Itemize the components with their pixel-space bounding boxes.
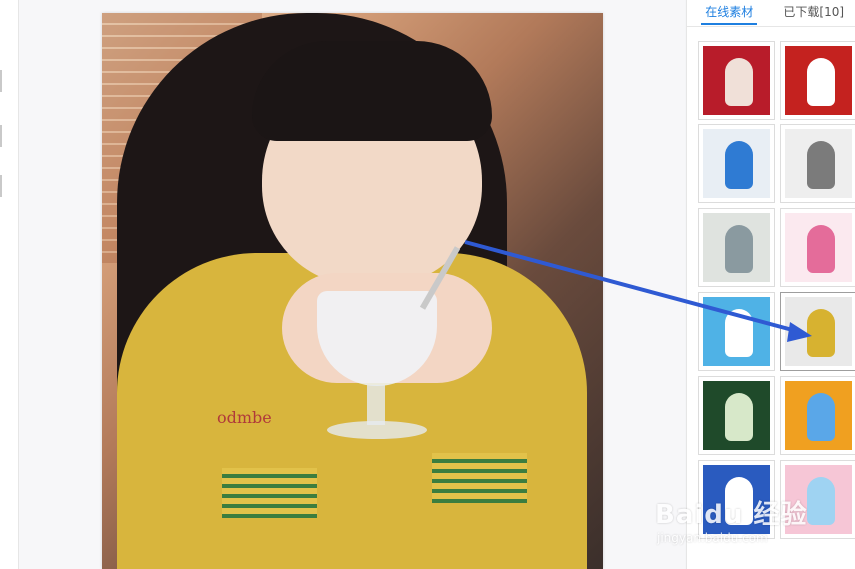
template-tile[interactable] <box>698 376 775 455</box>
template-figure <box>807 393 835 441</box>
toolbar-tick <box>0 70 2 92</box>
edited-photo[interactable]: odmbe <box>102 13 603 569</box>
template-thumbnail <box>703 213 770 282</box>
template-figure <box>807 477 835 525</box>
template-tile[interactable] <box>780 376 855 455</box>
template-figure <box>725 225 753 273</box>
template-thumbnail <box>785 297 852 366</box>
template-thumbnail <box>785 213 852 282</box>
photo-bangs <box>252 41 492 141</box>
template-figure <box>807 225 835 273</box>
toolbar-tick <box>0 125 2 147</box>
template-figure <box>807 309 835 357</box>
template-figure <box>725 309 753 357</box>
photo-cup-base <box>327 421 427 439</box>
photo-sleeve-cuff <box>432 453 527 503</box>
tab-downloaded[interactable]: 已下载[10] <box>772 0 855 26</box>
photo-sleeve-cuff <box>222 468 317 518</box>
template-thumbnail <box>785 129 852 198</box>
material-panel: 在线素材 已下载[10] <box>686 0 855 569</box>
template-tile[interactable] <box>698 124 775 203</box>
template-tile[interactable] <box>698 292 775 371</box>
template-thumbnail <box>703 381 770 450</box>
toolbar-tick <box>0 175 2 197</box>
template-thumbnail <box>703 297 770 366</box>
tab-online-materials[interactable]: 在线素材 <box>687 0 772 26</box>
template-figure <box>725 58 753 106</box>
template-thumbnail <box>703 129 770 198</box>
template-tile[interactable] <box>698 208 775 287</box>
watermark-logo: Baidu 经验 <box>655 500 808 530</box>
template-thumbnail <box>703 46 770 115</box>
template-tile-selected[interactable] <box>780 292 855 371</box>
template-tile[interactable] <box>780 124 855 203</box>
template-figure <box>807 141 835 189</box>
template-figure <box>807 58 835 106</box>
active-tab-indicator <box>701 23 758 25</box>
template-tile[interactable] <box>698 41 775 120</box>
photo-cup-stem <box>367 385 385 425</box>
material-tabs: 在线素材 已下载[10] <box>687 0 855 27</box>
tab-label: 已下载[10] <box>783 5 845 19</box>
watermark-site: jingyan.baidu.com <box>657 531 768 545</box>
tab-label: 在线素材 <box>705 5 754 19</box>
template-figure <box>725 393 753 441</box>
left-toolbar-strip <box>0 0 19 569</box>
template-tile[interactable] <box>780 208 855 287</box>
photo-shirt-text: odmbe <box>217 408 272 427</box>
baidu-jingyan-watermark: Baidu 经验 jingyan.baidu.com <box>655 494 807 545</box>
template-thumbnail <box>785 381 852 450</box>
template-figure <box>725 141 753 189</box>
template-thumbnail <box>785 46 852 115</box>
template-tile[interactable] <box>780 41 855 120</box>
